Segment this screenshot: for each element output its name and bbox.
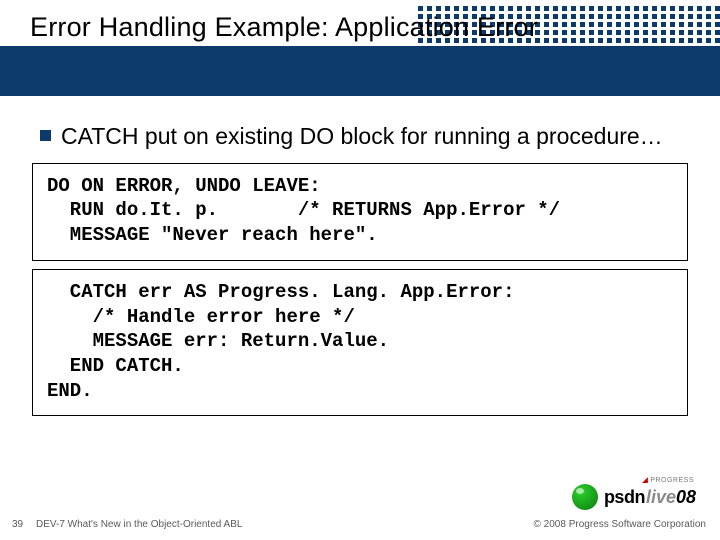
code-line: MESSAGE "Never reach here". bbox=[47, 224, 378, 246]
footer-left: DEV-7 What's New in the Object-Oriented … bbox=[36, 519, 242, 530]
logo-live: live bbox=[646, 487, 676, 508]
bullet-text: CATCH put on existing DO block for runni… bbox=[61, 122, 663, 151]
globe-icon bbox=[572, 484, 598, 510]
progress-label: ◢PROGRESS bbox=[642, 476, 694, 484]
square-bullet-icon bbox=[40, 130, 51, 141]
progress-text: PROGRESS bbox=[650, 477, 694, 484]
code-line: /* Handle error here */ bbox=[47, 306, 355, 328]
psdnlive-logo: psdnlive08 bbox=[572, 484, 696, 510]
header-band bbox=[0, 46, 720, 96]
slide-body: CATCH put on existing DO block for runni… bbox=[32, 122, 688, 416]
logo-text: psdnlive08 bbox=[604, 487, 696, 508]
logo-psdn: psdn bbox=[604, 487, 645, 508]
logo-year: 08 bbox=[676, 487, 696, 508]
code-block-2: CATCH err AS Progress. Lang. App.Error: … bbox=[32, 269, 688, 416]
slide-title: Error Handling Example: Application Erro… bbox=[30, 12, 538, 43]
code-line: RUN do.It. p. /* RETURNS App.Error */ bbox=[47, 199, 560, 221]
footer: 39 DEV-7 What's New in the Object-Orient… bbox=[0, 510, 720, 530]
footer-right: © 2008 Progress Software Corporation bbox=[534, 519, 706, 530]
page-number: 39 bbox=[12, 519, 23, 530]
code-line: CATCH err AS Progress. Lang. App.Error: bbox=[47, 281, 514, 303]
progress-mark-icon: ◢ bbox=[642, 477, 648, 484]
bullet-item: CATCH put on existing DO block for runni… bbox=[32, 122, 688, 151]
code-line: END. bbox=[47, 380, 93, 402]
code-line: MESSAGE err: Return.Value. bbox=[47, 330, 389, 352]
slide: Error Handling Example: Application Erro… bbox=[0, 0, 720, 540]
code-block-1: DO ON ERROR, UNDO LEAVE: RUN do.It. p. /… bbox=[32, 163, 688, 261]
code-line: END CATCH. bbox=[47, 355, 184, 377]
code-line: DO ON ERROR, UNDO LEAVE: bbox=[47, 175, 321, 197]
